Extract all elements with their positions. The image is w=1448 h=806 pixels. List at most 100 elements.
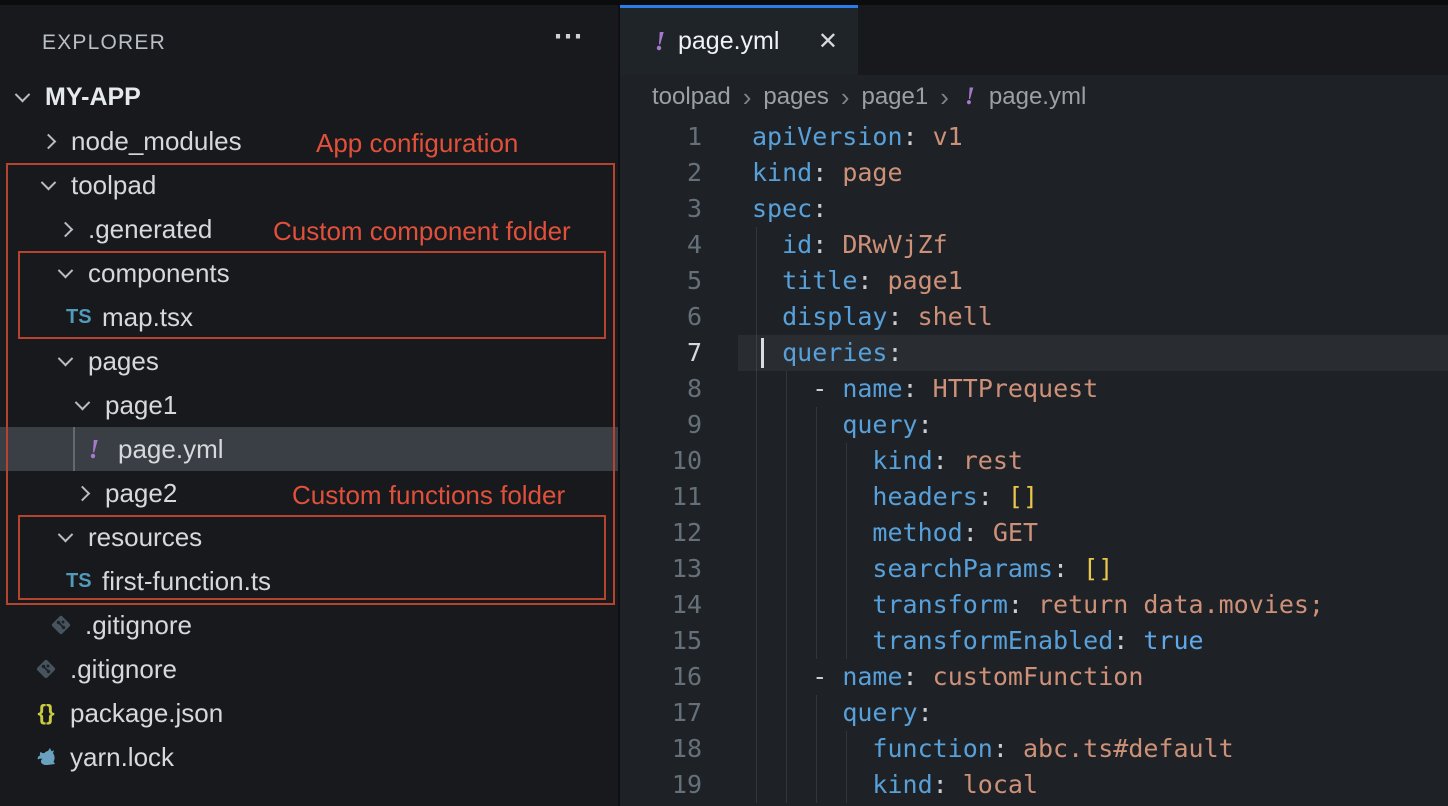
code-line-content: searchParams: []	[752, 551, 1113, 587]
code-line-content: queries:	[752, 335, 903, 371]
indent-guide	[756, 659, 757, 695]
code-line[interactable]: 17 query:	[620, 695, 1448, 731]
tree-item-yarn-lock[interactable]: yarn.lock	[0, 735, 618, 779]
tree-item-label: page2	[105, 478, 177, 509]
typescript-icon: TS	[66, 570, 90, 593]
code-line[interactable]: 18 function: abc.ts#default	[620, 731, 1448, 767]
indent-guide	[786, 695, 787, 731]
code-line[interactable]: 19 kind: local	[620, 767, 1448, 803]
code-line-content: transform: return data.movies;	[752, 587, 1324, 623]
indent-guide	[756, 479, 757, 515]
code-editor[interactable]: 1apiVersion: v12kind: page3spec:4 id: DR…	[620, 119, 1448, 803]
code-line[interactable]: 14 transform: return data.movies;	[620, 587, 1448, 623]
code-line-content: apiVersion: v1	[752, 119, 963, 155]
code-line[interactable]: 3 spec:	[620, 191, 1448, 227]
code-line[interactable]: 11 headers: []	[620, 479, 1448, 515]
chevron-down-icon	[58, 526, 74, 542]
tree-item-package-json[interactable]: {}package.json	[0, 691, 618, 735]
indent-guide	[816, 731, 817, 767]
tree-item-my-app[interactable]: MY-APP	[0, 75, 618, 119]
line-number: 3	[620, 191, 702, 227]
breadcrumb-separator-icon: ›	[841, 82, 850, 113]
tree-item-label: components	[88, 258, 230, 289]
line-number: 12	[620, 515, 702, 551]
line-number: 9	[620, 407, 702, 443]
code-line[interactable]: 4 id: DRwVjZf	[620, 227, 1448, 263]
chevron-down-icon	[58, 262, 74, 278]
code-line[interactable]: 6 display: shell	[620, 299, 1448, 335]
yarn-icon	[34, 745, 58, 769]
tree-item-label: node_modules	[71, 126, 242, 157]
tree-item-resources[interactable]: resources	[0, 515, 618, 559]
indent-guide	[756, 587, 757, 623]
text-cursor	[761, 338, 764, 368]
indent-guide	[816, 587, 817, 623]
breadcrumb: toolpad›pages›page1›!page.yml	[620, 75, 1448, 119]
code-line-content: headers: []	[752, 479, 1038, 515]
chevron-down-icon	[41, 174, 57, 190]
tree-item-pages[interactable]: pages	[0, 339, 618, 383]
tree-item-map-tsx[interactable]: TSmap.tsx	[0, 295, 618, 339]
annotation-label: App configuration	[316, 128, 518, 159]
breadcrumb-item-pages[interactable]: pages	[763, 83, 828, 111]
tree-item-node-modules[interactable]: node_modules	[0, 119, 618, 163]
code-line[interactable]: 7 queries:	[620, 335, 1448, 371]
code-line-content: - name: HTTPrequest	[752, 371, 1098, 407]
line-number: 11	[620, 479, 702, 515]
chevron-right-icon	[41, 133, 57, 149]
code-line-content: query:	[752, 695, 933, 731]
line-number: 7	[620, 335, 702, 371]
indent-guide	[846, 443, 847, 479]
chevron-down-icon	[15, 86, 31, 102]
line-number: 4	[620, 227, 702, 263]
breadcrumb-item-page1[interactable]: page1	[861, 83, 928, 111]
annotation-label: Custom functions folder	[292, 480, 565, 511]
breadcrumb-separator-icon: ›	[940, 82, 949, 113]
indent-guide	[786, 551, 787, 587]
more-actions-button[interactable]: ⋯	[553, 22, 586, 52]
code-line-content: function: abc.ts#default	[752, 731, 1234, 767]
indent-guide	[756, 695, 757, 731]
tree-item-label: page.yml	[118, 434, 224, 465]
tree-item-first-function-ts[interactable]: TSfirst-function.ts	[0, 559, 618, 603]
tree-item--gitignore[interactable]: .gitignore	[0, 647, 618, 691]
indent-guide	[816, 443, 817, 479]
line-number: 18	[620, 731, 702, 767]
breadcrumb-item-toolpad[interactable]: toolpad	[652, 83, 731, 111]
tab-page-yml[interactable]: ! page.yml ✕	[620, 5, 858, 75]
tree-item-toolpad[interactable]: toolpad	[0, 163, 618, 207]
tree-item-components[interactable]: components	[0, 251, 618, 295]
indent-guide	[756, 767, 757, 803]
code-line[interactable]: 8 - name: HTTPrequest	[620, 371, 1448, 407]
code-line-content: id: DRwVjZf	[752, 227, 948, 263]
window-top-edge	[0, 0, 1448, 5]
indent-guide	[816, 515, 817, 551]
indent-guide	[756, 551, 757, 587]
indent-guide	[756, 515, 757, 551]
tree-item-label: MY-APP	[45, 83, 141, 112]
explorer-header: EXPLORER ⋯	[0, 0, 618, 75]
code-line[interactable]: 12 method: GET	[620, 515, 1448, 551]
tree-item-page-yml[interactable]: !page.yml	[0, 427, 618, 471]
code-line[interactable]: 10 kind: rest	[620, 443, 1448, 479]
tree-item-page1[interactable]: page1	[0, 383, 618, 427]
code-line[interactable]: 9 query:	[620, 407, 1448, 443]
indent-guide	[816, 407, 817, 443]
code-line-content: kind: page	[752, 155, 903, 191]
breadcrumb-item-page-yml[interactable]: page.yml	[989, 83, 1086, 111]
close-icon[interactable]: ✕	[818, 27, 838, 56]
code-line[interactable]: 13 searchParams: []	[620, 551, 1448, 587]
code-line[interactable]: 1apiVersion: v1	[620, 119, 1448, 155]
chevron-right-icon	[58, 221, 74, 237]
code-line[interactable]: 15 transformEnabled: true	[620, 623, 1448, 659]
indent-guide	[756, 227, 757, 263]
indent-guide	[786, 479, 787, 515]
tree-item--gitignore[interactable]: .gitignore	[0, 603, 618, 647]
tree-item-label: .gitignore	[70, 654, 177, 685]
code-line[interactable]: 2kind: page	[620, 155, 1448, 191]
indent-guide	[756, 407, 757, 443]
code-line-content: spec:	[752, 191, 827, 227]
code-line-content: display: shell	[752, 299, 993, 335]
code-line[interactable]: 16 - name: customFunction	[620, 659, 1448, 695]
code-line[interactable]: 5 title: page1	[620, 263, 1448, 299]
